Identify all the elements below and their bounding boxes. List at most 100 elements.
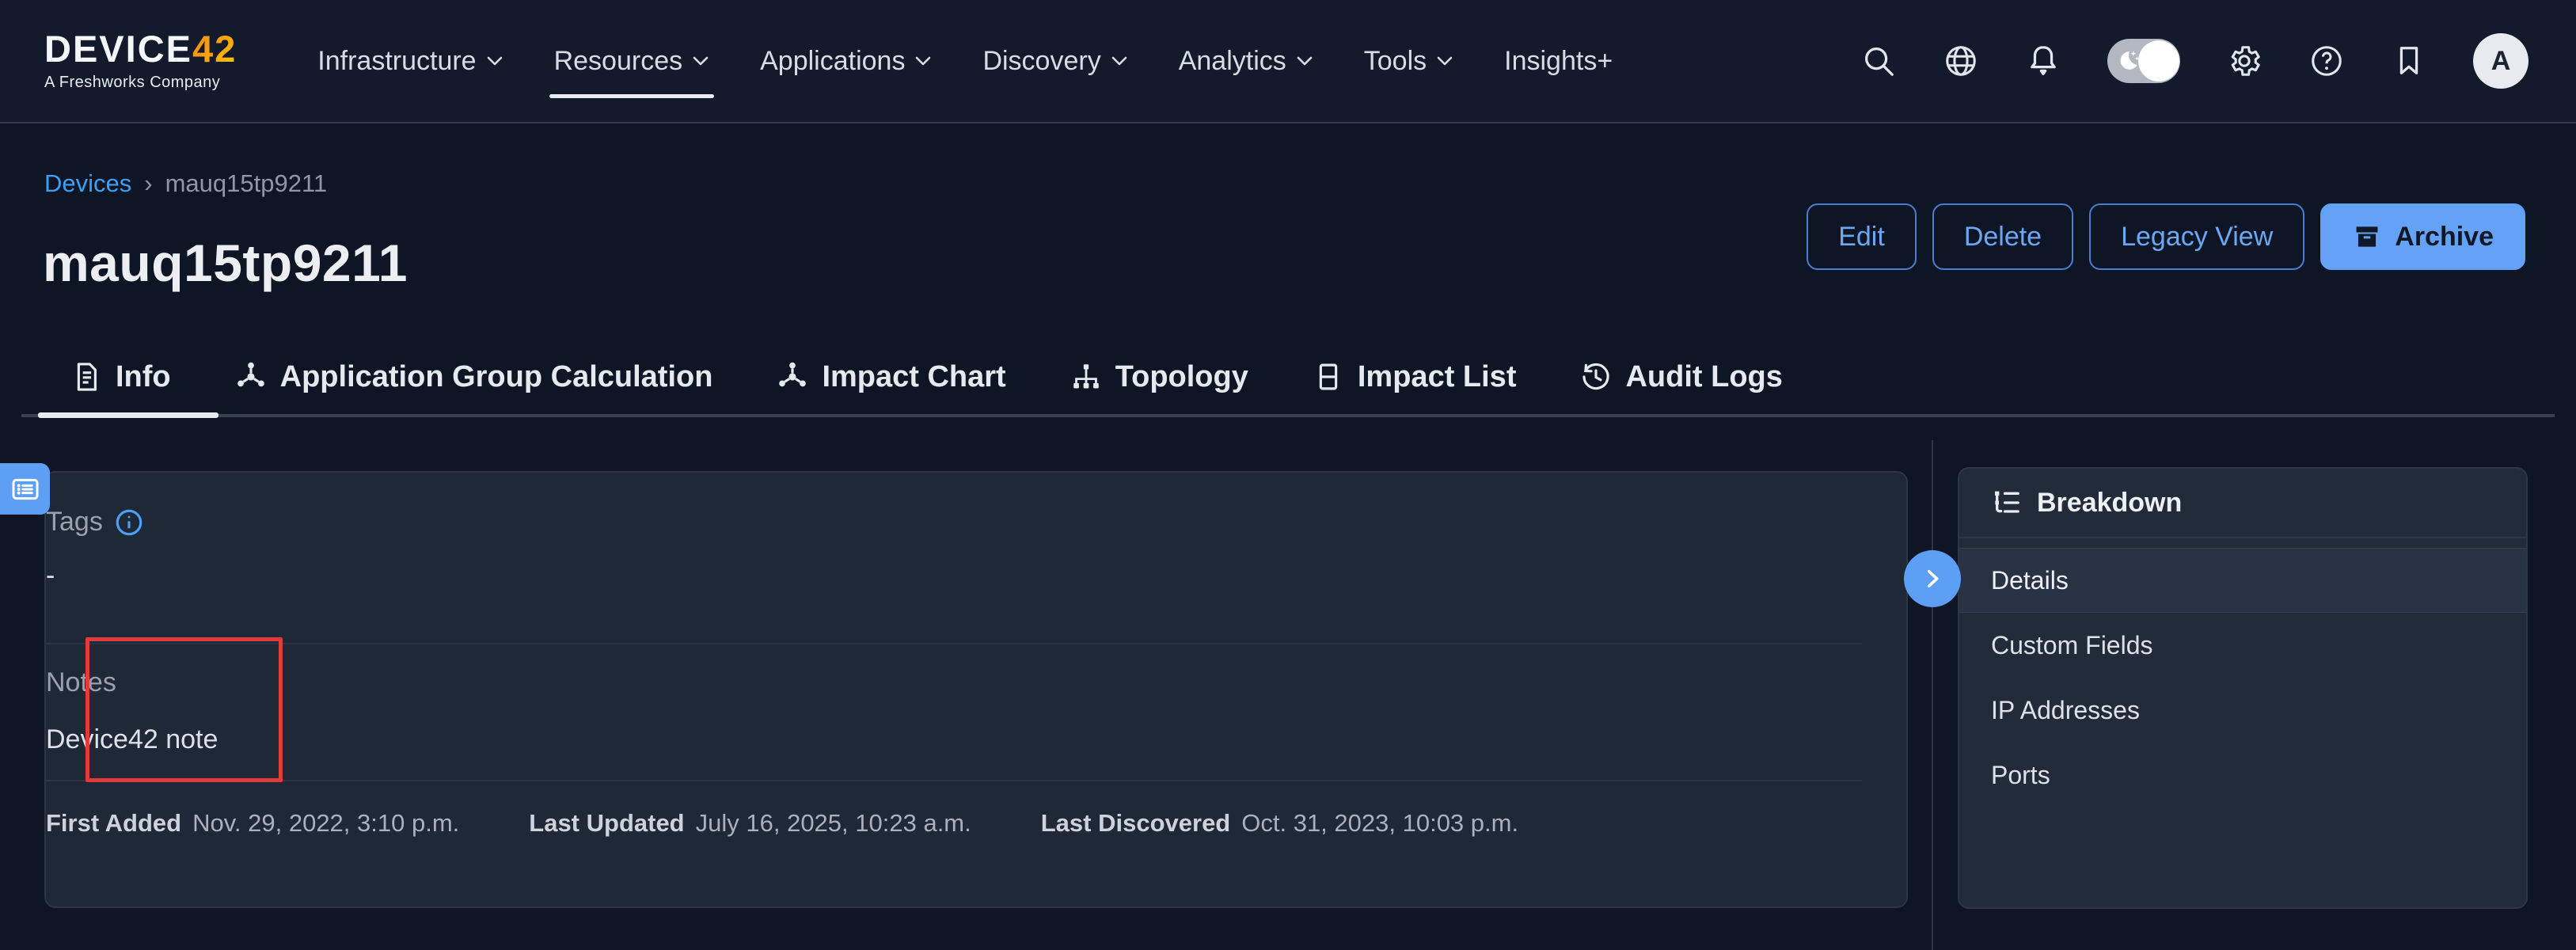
tab-label: Info [116,360,171,394]
chevron-down-icon [1436,55,1453,66]
chevron-down-icon [486,55,503,66]
main-menu: Infrastructure Resources Applications Di… [292,0,1638,122]
nav-item-applications[interactable]: Applications [735,0,957,122]
meta-value: Oct. 31, 2023, 10:03 p.m. [1241,809,1518,838]
device42-device-page: DEVICE42 A Freshworks Company Infrastruc… [0,0,2576,950]
divider [46,780,1862,781]
breadcrumb: Devices › mauq15tp9211 [44,169,327,198]
meta-value: July 16, 2025, 10:23 a.m. [696,809,971,838]
history-icon [1579,360,1613,393]
nav-label: Resources [554,46,683,77]
device-info-panel [44,471,1908,908]
tab-audit-logs[interactable]: Audit Logs [1548,345,1814,408]
nav-item-tools[interactable]: Tools [1339,0,1479,122]
nav-label: Applications [760,46,905,77]
meta-first-added: First Added Nov. 29, 2022, 3:10 p.m. [46,809,459,838]
tab-application-group-calculation[interactable]: Application Group Calculation [203,345,745,408]
notes-label-text: Notes [46,667,116,698]
gear-icon[interactable] [2226,43,2263,79]
edit-button[interactable]: Edit [1807,203,1917,270]
action-buttons: Edit Delete Legacy View Archive [1807,203,2525,270]
tabs-baseline [21,414,2555,417]
nav-item-insights[interactable]: Insights+ [1479,0,1638,122]
notes-value: Device42 note [46,724,218,755]
archive-box-icon [2352,222,2382,252]
sidebar-item-ports[interactable]: Ports [1959,743,2526,808]
breakdown-sidebar: Breakdown Details Custom Fields IP Addre… [1958,467,2528,909]
tab-label: Impact Chart [822,360,1005,394]
nav-item-infrastructure[interactable]: Infrastructure [292,0,528,122]
user-avatar[interactable]: A [2473,33,2529,89]
logo-tagline: A Freshworks Company [44,74,237,92]
meta-value: Nov. 29, 2022, 3:10 p.m. [192,809,459,838]
meta-label: Last Discovered [1041,809,1231,838]
list-view-icon [9,473,41,505]
chevron-down-icon [1296,55,1313,66]
breadcrumb-current: mauq15tp9211 [165,169,328,198]
tab-topology[interactable]: Topology [1038,345,1280,408]
top-navbar: DEVICE42 A Freshworks Company Infrastruc… [0,0,2576,124]
meta-label: Last Updated [529,809,684,838]
tags-label-row: Tags [46,507,144,538]
hub-icon [234,360,268,393]
navbar-icons: A [1860,33,2529,89]
tree-list-icon [1991,487,2023,519]
tab-label: Audit Logs [1625,360,1782,394]
avatar-initial: A [2491,46,2511,77]
logo-42: 42 [192,28,237,70]
active-tab-indicator [38,412,218,418]
search-icon[interactable] [1860,43,1897,79]
meta-label: First Added [46,809,181,838]
tab-info[interactable]: Info [38,345,203,408]
nav-item-analytics[interactable]: Analytics [1153,0,1339,122]
nav-item-discovery[interactable]: Discovery [957,0,1153,122]
tab-label: Application Group Calculation [280,360,713,394]
sidebar-item-ip-addresses[interactable]: IP Addresses [1959,678,2526,743]
sidebar-item-custom-fields[interactable]: Custom Fields [1959,613,2526,678]
archive-label: Archive [2395,222,2494,253]
divider [46,643,1862,644]
list-table-icon [1312,360,1345,393]
logo-wordmark: DEVICE42 [44,30,237,67]
tab-label: Topology [1115,360,1248,394]
breakdown-header: Breakdown [1959,469,2526,538]
tags-label: Tags [46,507,103,538]
nav-label: Infrastructure [317,46,476,77]
left-panel-toggle[interactable] [0,463,50,515]
device42-logo[interactable]: DEVICE42 A Freshworks Company [44,30,237,92]
bell-icon[interactable] [2025,43,2061,79]
theme-toggle[interactable] [2107,39,2180,83]
meta-last-updated: Last Updated July 16, 2025, 10:23 a.m. [529,809,971,838]
tab-bar: Info Application Group Calculation Impac… [38,345,1814,408]
info-icon[interactable] [114,507,144,538]
chevron-down-icon [914,55,932,66]
page-title: mauq15tp9211 [43,233,408,293]
tab-impact-list[interactable]: Impact List [1280,345,1548,408]
archive-button[interactable]: Archive [2320,203,2525,270]
breakdown-list: Details Custom Fields IP Addresses Ports [1959,538,2526,808]
chevron-right-icon [1919,565,1946,592]
legacy-view-button[interactable]: Legacy View [2089,203,2304,270]
nav-label: Insights+ [1504,46,1613,77]
tab-label: Impact List [1358,360,1517,394]
nav-label: Analytics [1179,46,1286,77]
delete-button[interactable]: Delete [1932,203,2073,270]
content-sidebar-divider [1932,440,1933,950]
help-icon[interactable] [2308,43,2345,79]
nav-item-resources[interactable]: Resources [529,0,735,122]
collapse-sidebar-button[interactable] [1904,550,1961,607]
sidebar-item-details[interactable]: Details [1959,548,2526,613]
nav-label: Tools [1364,46,1427,77]
tab-impact-chart[interactable]: Impact Chart [744,345,1037,408]
document-icon [70,360,103,393]
nav-label: Discovery [982,46,1100,77]
meta-last-discovered: Last Discovered Oct. 31, 2023, 10:03 p.m… [1041,809,1518,838]
breadcrumb-separator: › [144,169,152,198]
globe-icon[interactable] [1943,43,1979,79]
bookmark-icon[interactable] [2391,43,2427,79]
breakdown-title: Breakdown [2037,488,2182,519]
hub-icon [776,360,809,393]
chevron-down-icon [1111,55,1128,66]
breadcrumb-devices-link[interactable]: Devices [44,169,131,198]
tags-value: - [46,560,55,591]
